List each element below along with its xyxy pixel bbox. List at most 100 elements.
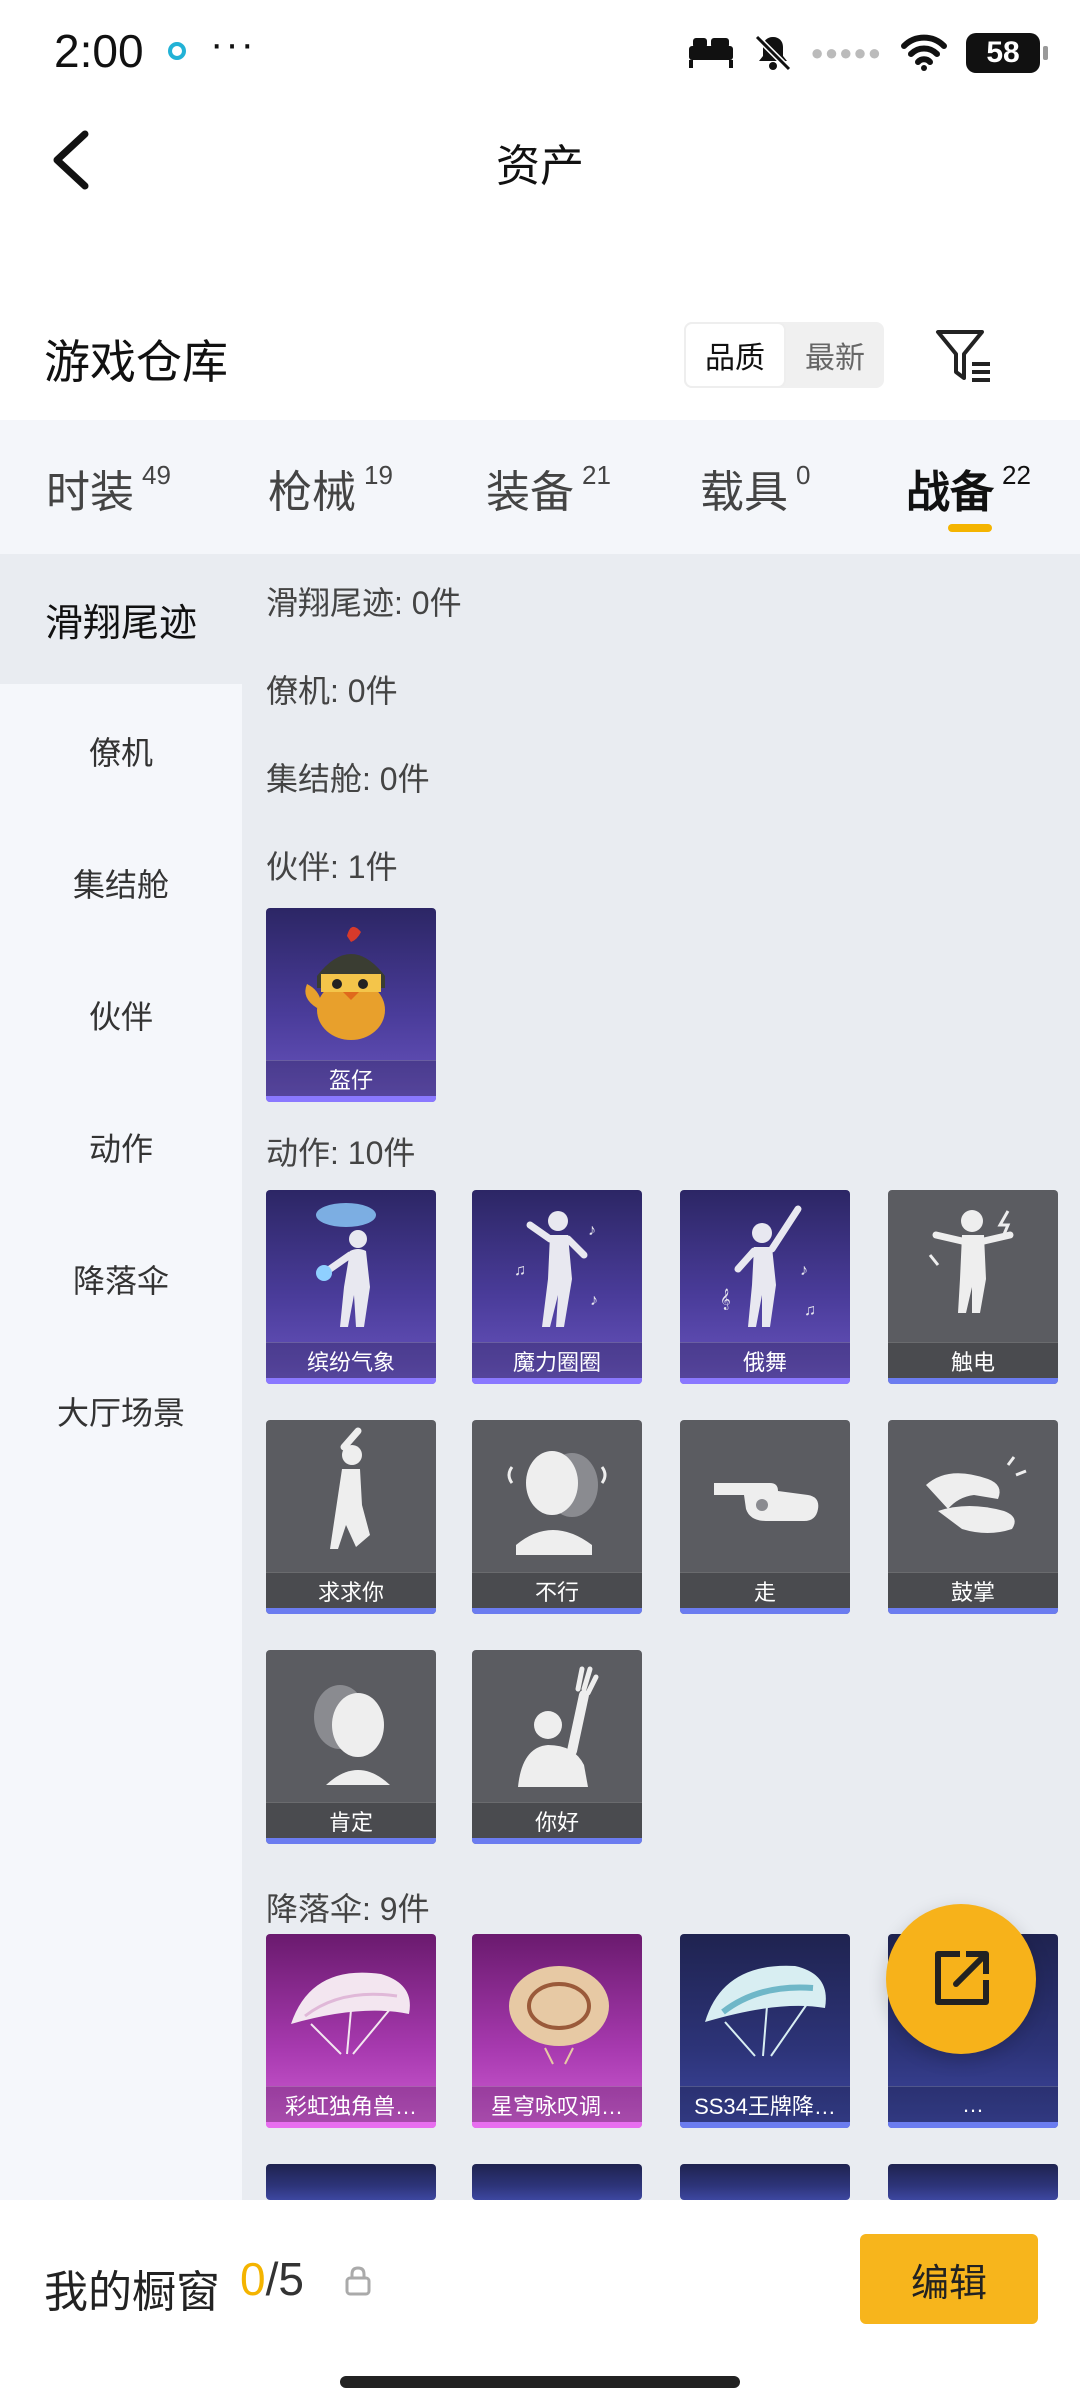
item-label: 缤纷气象	[266, 1342, 436, 1378]
home-indicator	[340, 2376, 740, 2388]
tab-label: 装备	[486, 468, 574, 517]
sort-latest-button[interactable]: 最新	[786, 322, 884, 388]
item-art: ♪ ♫ ♪	[472, 1190, 642, 1340]
section-title-emote: 动作: 10件	[266, 1135, 416, 1171]
item-label: 彩虹独角兽…	[266, 2086, 436, 2122]
item-card-partner[interactable]: 盔仔	[266, 908, 436, 1102]
tab-fashion[interactable]: 时装 49	[46, 456, 171, 520]
item-card-parachute[interactable]	[472, 2164, 642, 2200]
sort-quality-button[interactable]: 品质	[684, 322, 786, 388]
category-tabs: 时装 49 枪械 19 装备 21 载具 0 战备 22	[0, 420, 1080, 554]
begging-icon	[330, 1427, 370, 1549]
sidebar-item-assembly-pod[interactable]: 集结舱	[0, 818, 242, 948]
item-card-emote[interactable]: 鼓掌	[888, 1420, 1058, 1614]
rarity-bar	[888, 2122, 1058, 2128]
showcase-label: 我的橱窗	[44, 2268, 220, 2317]
item-label: 俄舞	[680, 1342, 850, 1378]
item-label: 肯定	[266, 1802, 436, 1838]
rarity-bar	[266, 1378, 436, 1384]
item-label: 鼓掌	[888, 1572, 1058, 1608]
wifi-icon	[901, 34, 947, 71]
item-art	[680, 1420, 850, 1570]
svg-text:♪: ♪	[590, 1292, 598, 1309]
item-card-emote[interactable]: 你好	[472, 1650, 642, 1844]
item-card-emote[interactable]: 缤纷气象	[266, 1190, 436, 1384]
rarity-bar	[472, 1378, 642, 1384]
tab-vehicles[interactable]: 载具 0	[700, 456, 810, 520]
sidebar-item-wingman[interactable]: 僚机	[0, 686, 242, 816]
sidebar-item-emote[interactable]: 动作	[0, 1082, 242, 1212]
svg-text:♪: ♪	[800, 1262, 808, 1279]
sidebar-item-partner[interactable]: 伙伴	[0, 950, 242, 1080]
section-title-partner: 伙伴: 1件	[266, 849, 398, 885]
rarity-bar	[472, 1608, 642, 1614]
clapping-hands-icon	[926, 1456, 1027, 1533]
parachute-icon	[291, 1972, 410, 2055]
filter-button[interactable]	[932, 324, 996, 388]
sidebar-item-lobby-scene[interactable]: 大厅场景	[0, 1346, 242, 1476]
tab-equipment[interactable]: 装备 21	[486, 456, 611, 520]
item-card-parachute[interactable]	[266, 2164, 436, 2200]
showcase-count: 0/5	[240, 2252, 304, 2306]
item-art	[472, 1934, 642, 2084]
head-shake-icon	[507, 1451, 607, 1555]
item-label: 触电	[888, 1342, 1058, 1378]
item-card-emote[interactable]: 不行	[472, 1420, 642, 1614]
edit-button[interactable]: 编辑	[860, 2234, 1038, 2324]
item-card-parachute[interactable]	[680, 2164, 850, 2200]
rarity-bar	[472, 1838, 642, 1844]
rarity-bar	[680, 2122, 850, 2128]
tab-guns[interactable]: 枪械 19	[268, 456, 393, 520]
section-title-parachute: 降落伞: 9件	[266, 1891, 430, 1927]
showcase-current: 0	[240, 2253, 266, 2305]
item-label: 魔力圈圈	[472, 1342, 642, 1378]
nod-icon	[314, 1685, 390, 1785]
item-card-parachute[interactable]: 彩虹独角兽…	[266, 1934, 436, 2128]
tab-count: 22	[1002, 460, 1031, 490]
tab-count: 19	[364, 460, 393, 490]
item-label: SS34王牌降…	[680, 2086, 850, 2122]
lock-icon	[345, 2266, 371, 2296]
sidebar-item-glide-trail[interactable]: 滑翔尾迹	[0, 554, 242, 684]
bottom-bar: 我的橱窗 0/5 编辑	[0, 2200, 1080, 2400]
item-art	[680, 1934, 850, 2084]
rarity-bar	[266, 2122, 436, 2128]
item-label: 星穹咏叹调…	[472, 2086, 642, 2122]
magic-circle-dance-icon: ♪ ♫ ♪	[514, 1211, 598, 1327]
svg-text:♪: ♪	[588, 1222, 596, 1239]
item-card-parachute[interactable]: 星穹咏叹调…	[472, 1934, 642, 2128]
filter-icon	[936, 330, 990, 382]
tab-count: 21	[582, 460, 611, 490]
item-card-emote[interactable]: ♪ ♫ ♪ 魔力圈圈	[472, 1190, 642, 1384]
status-time: 2:00	[54, 25, 144, 77]
item-label: 走	[680, 1572, 850, 1608]
tab-label: 时装	[46, 468, 134, 517]
item-card-parachute[interactable]	[888, 2164, 1058, 2200]
item-card-emote[interactable]: 求求你	[266, 1420, 436, 1614]
item-card-emote[interactable]: 触电	[888, 1190, 1058, 1384]
section-title-glide-trail: 滑翔尾迹: 0件	[266, 585, 462, 621]
item-art	[472, 1650, 642, 1800]
parachute-icon	[705, 1965, 826, 2057]
sidebar-item-parachute[interactable]: 降落伞	[0, 1214, 242, 1344]
item-card-emote[interactable]: 肯定	[266, 1650, 436, 1844]
item-card-emote[interactable]: 走	[680, 1420, 850, 1614]
header: 资产	[0, 100, 1080, 220]
tab-label: 战备	[906, 468, 994, 517]
item-label: 求求你	[266, 1572, 436, 1608]
tab-label: 载具	[700, 468, 788, 517]
warehouse-row: 游戏仓库 品质 最新	[0, 300, 1080, 420]
svg-text:𝄞: 𝄞	[720, 1289, 731, 1310]
item-label: 盔仔	[266, 1060, 436, 1096]
signal-icon: ●●●●●	[810, 40, 882, 65]
status-icons: ●●●●● 58	[687, 28, 1048, 78]
item-card-emote[interactable]: 𝄞 ♪ ♫ 俄舞	[680, 1190, 850, 1384]
chick-helmet-icon	[305, 926, 385, 1040]
external-link-icon	[935, 1951, 989, 2005]
item-art	[266, 1190, 436, 1340]
item-card-parachute[interactable]: SS34王牌降…	[680, 1934, 850, 2128]
tab-combat-gear[interactable]: 战备 22	[906, 456, 1031, 520]
weather-dance-icon	[316, 1203, 376, 1327]
item-label: 你好	[472, 1802, 642, 1838]
share-fab-button[interactable]	[886, 1904, 1036, 2054]
